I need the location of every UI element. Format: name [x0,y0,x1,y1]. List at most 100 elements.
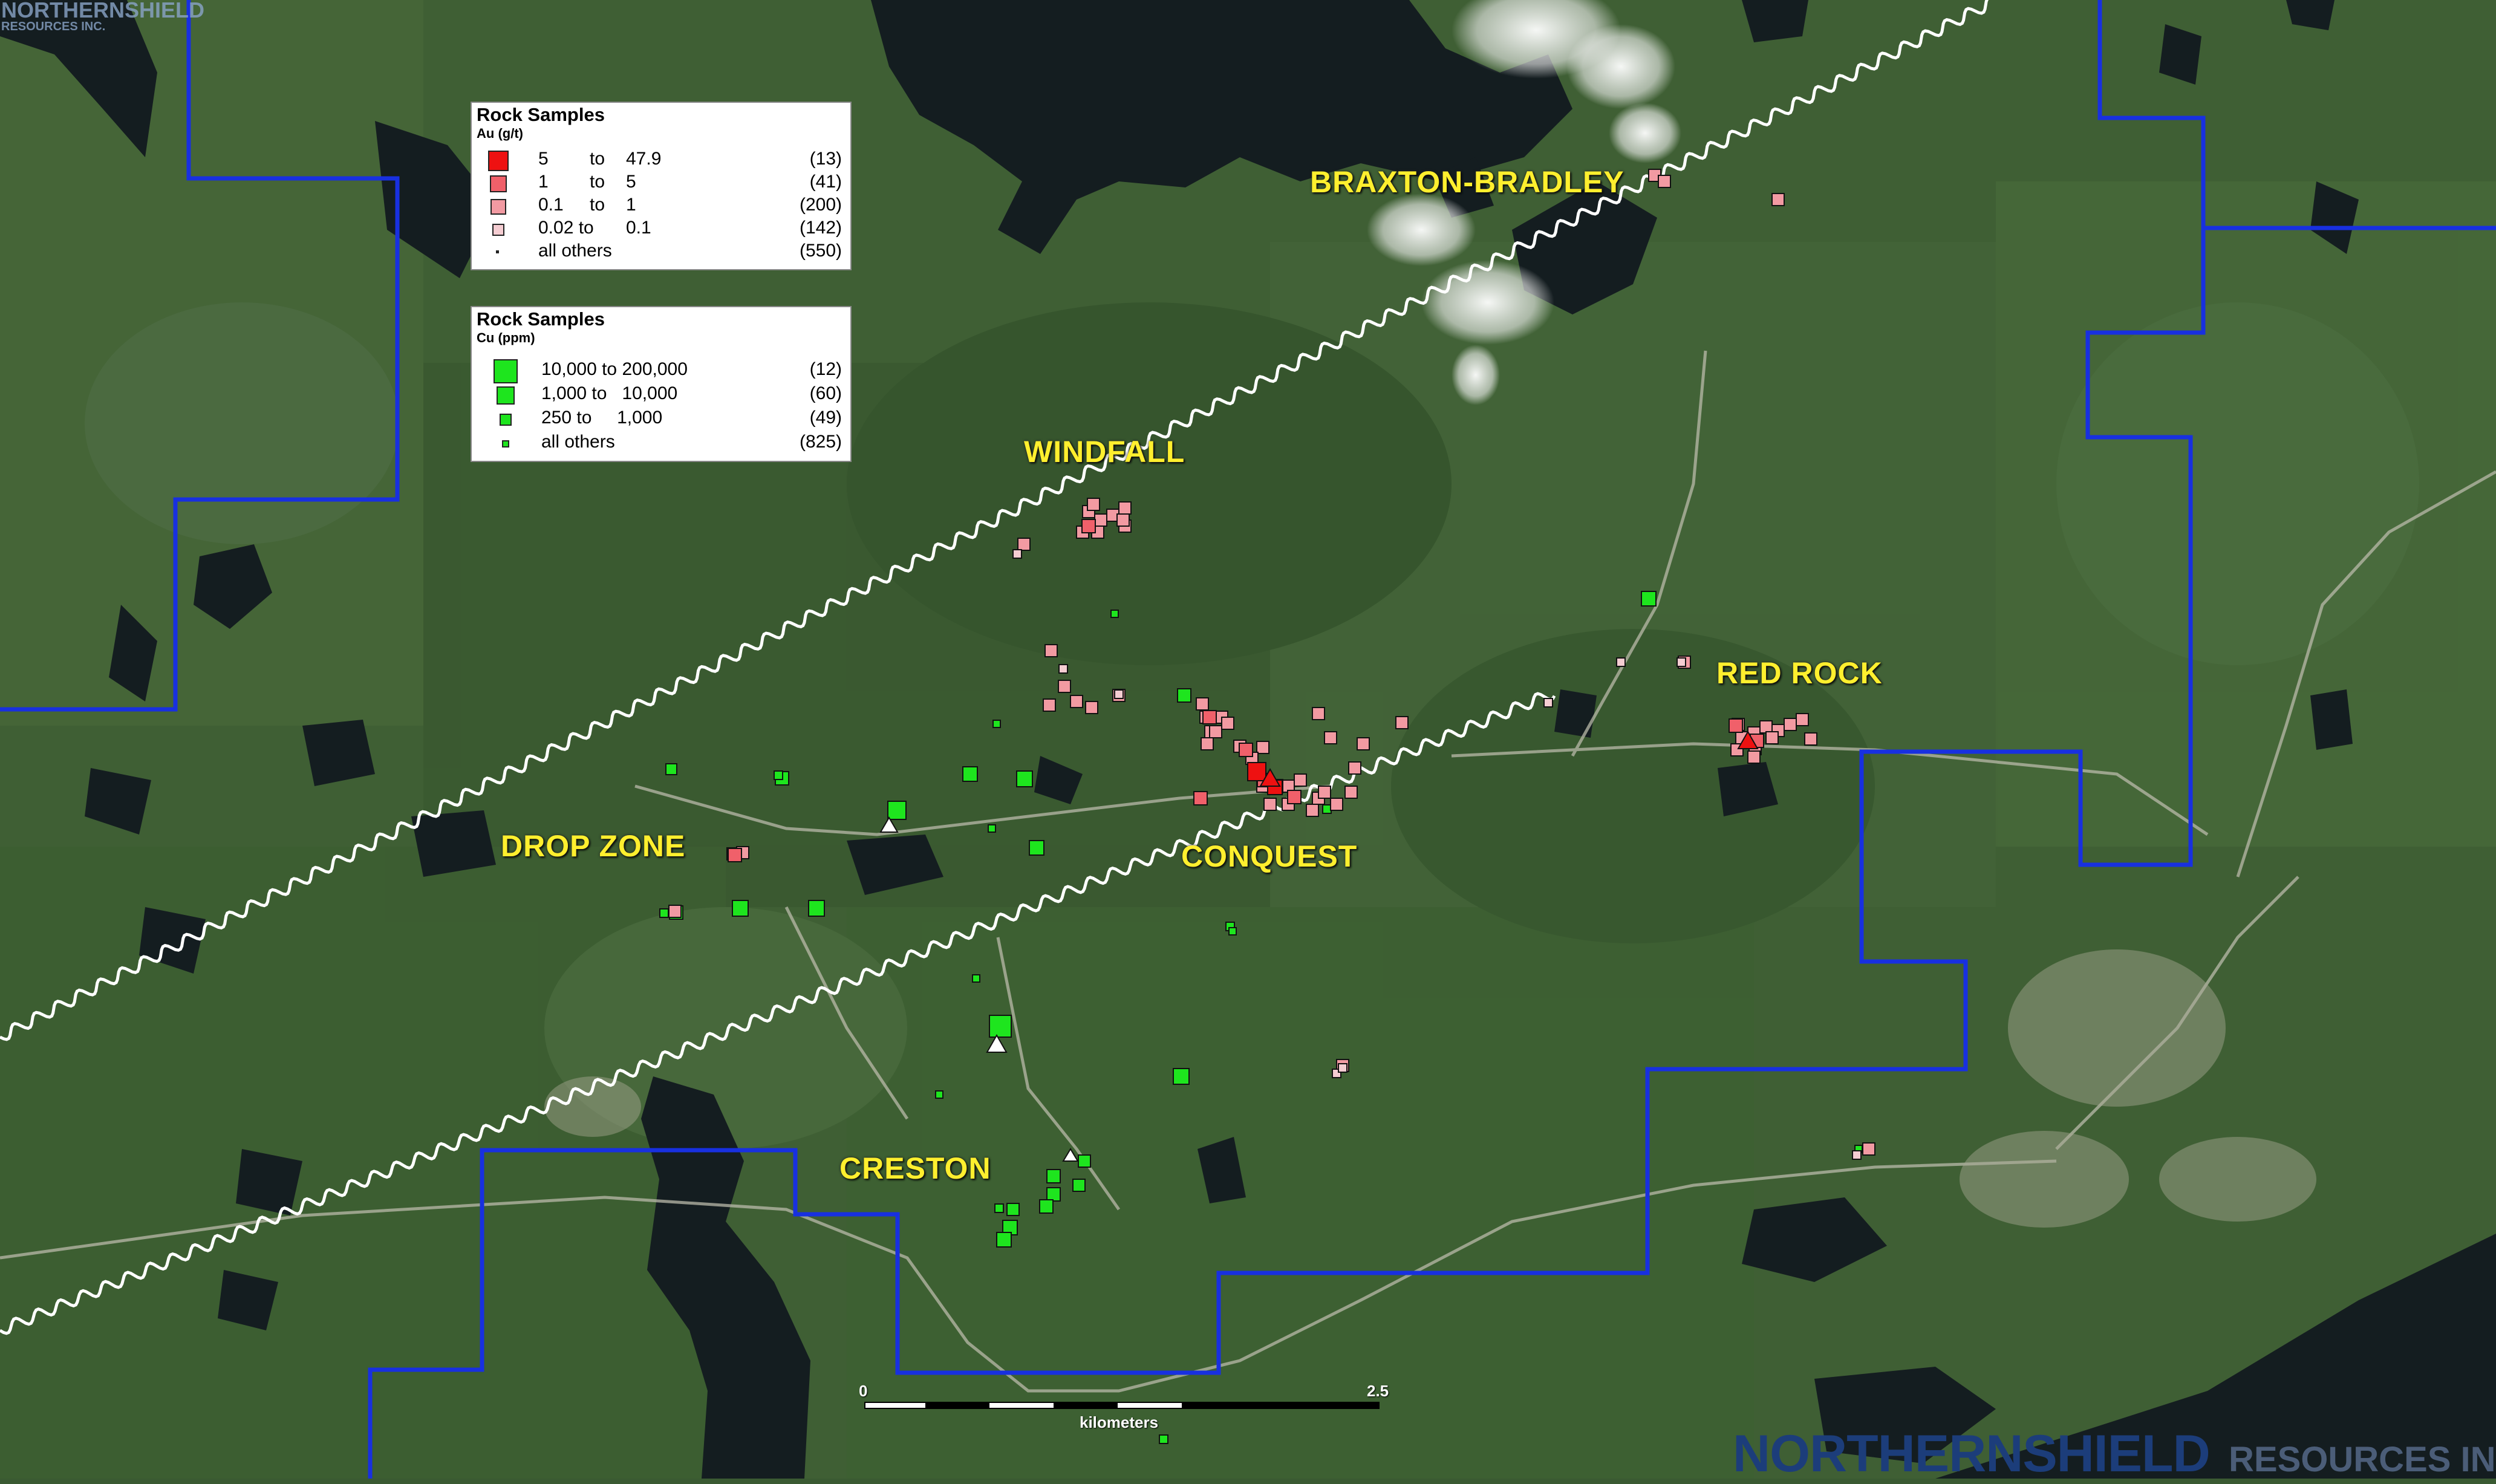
legend-au-count: (13) [809,149,842,169]
legend-au-row: 0.1 to 1 (200) [472,195,850,218]
label-drop-zone: DROP ZONE [501,829,686,863]
au-sample [1729,718,1743,733]
label-conquest: CONQUEST [1181,839,1358,873]
legend-au-to: 47.9 [626,149,662,169]
cu-sample [665,763,677,775]
cu-sample [732,900,749,917]
legend-cu: Rock Samples Cu (ppm) 10,000 to 200,000 (… [471,306,852,462]
legend-cu-range: 1,000 to 10,000 [541,383,678,403]
legend-cu-count: (825) [799,432,842,452]
au-sample [1804,732,1817,746]
au-sample [1263,798,1277,811]
cu-sample [1039,1199,1054,1214]
legend-cu-swatch [497,386,515,405]
cu-sample [962,766,978,782]
cu-sample [1029,840,1044,856]
au-sample [1012,549,1022,559]
cu-sample [659,908,669,918]
cu-sample [1046,1187,1061,1202]
cu-sample [1006,1203,1020,1216]
legend-au-row: 0.02 to 0.1 (142) [472,218,850,241]
company-logo: NORTHERNSHIELD [1733,1425,2211,1483]
cu-sample [1046,1169,1061,1183]
cu-sample [1173,1068,1190,1085]
legend-au-swatch [488,151,509,171]
legend-cu-range: 10,000 to 200,000 [541,359,688,379]
au-sample [1058,664,1068,674]
legend-au-to-word: to [590,172,605,192]
au-sample [1017,538,1031,551]
au-sample [1114,689,1124,699]
cu-sample [1159,1434,1168,1444]
au-sample [1116,513,1130,527]
legend-cu-swatch [502,440,509,447]
label-creston: CRESTON [839,1151,991,1185]
legend-cu-title: Rock Samples [477,308,605,330]
au-sample [1306,804,1319,817]
cu-sample [1228,927,1237,936]
cu-sample [1110,610,1119,618]
au-sample [1616,657,1626,667]
legend-cu-swatch [494,359,518,383]
au-sample [1196,697,1209,711]
company-logo-sub: RESOURCES INC [2229,1440,2496,1479]
au-sample [1324,731,1337,744]
scale-end: 2.5 [1367,1382,1389,1400]
legend-au-from: 1 [538,172,549,192]
legend-cu-row: 10,000 to 200,000 (12) [472,359,850,383]
legend-cu-range: 250 to 1,000 [541,408,663,428]
legend-au-to: all others [538,241,612,261]
cu-sample [887,801,907,820]
cu-sample [1322,804,1332,814]
legend-au-to: 1 [626,195,636,215]
au-sample [1094,513,1107,527]
legend-au-count: (200) [799,195,842,215]
au-sample [1852,1150,1862,1160]
au-sample [1747,750,1761,764]
au-sample [1239,743,1253,757]
scale-bar: 0 2.5 kilometers [859,1382,1391,1431]
au-sample [1221,717,1234,730]
cu-sample [774,770,783,780]
label-braxton-bradley: BRAXTON-BRADLEY [1310,165,1624,199]
scale-unit: kilometers [1080,1413,1159,1431]
au-sample [1862,1142,1875,1156]
legend-au: Rock Samples Au (g/t) 5 to 47.9 (13) 1 to 5 (41… [471,102,852,270]
au-sample [1796,713,1809,726]
legend-au-count: (142) [799,218,842,238]
legend-cu-count: (12) [809,359,842,379]
au-sample [1118,501,1132,515]
corner-logo-name: NORTHERNSHIELD [1,0,205,22]
cu-sample [1072,1179,1086,1192]
au-sample [1658,175,1671,188]
au-sample [1070,695,1083,708]
legend-au-row: 1 to 5 (41) [472,172,850,195]
legend-au-from: 0.1 [538,195,564,215]
cu-sample [992,720,1001,728]
satellite-map[interactable] [0,0,2496,1479]
cu-sample [994,1203,1004,1213]
legend-au-swatch [492,224,504,236]
au-sample [1357,737,1370,750]
legend-au-swatch [490,199,506,215]
au-sample [1771,193,1785,206]
label-windfall: WINDFALL [1024,435,1185,469]
au-sample [1543,698,1553,708]
au-sample [728,848,742,862]
legend-cu-row: 250 to 1,000 (49) [472,408,850,431]
au-sample [1202,710,1217,724]
legend-au-to: 5 [626,172,636,192]
corner-logo-sub: RESOURCES INC. [1,20,106,33]
au-sample [1395,716,1409,729]
cu-sample [996,1232,1012,1248]
au-sample [1330,798,1343,811]
au-sample [1348,761,1361,775]
au-sample [1344,786,1358,799]
au-sample [1044,644,1058,657]
scale-start: 0 [859,1382,868,1400]
legend-cu-swatch [500,414,512,426]
legend-cu-row: all others (825) [472,432,850,455]
legend-au-to-word: to [590,195,605,215]
legend-au-unit: Au (g/t) [477,126,523,141]
legend-cu-count: (49) [809,408,842,428]
